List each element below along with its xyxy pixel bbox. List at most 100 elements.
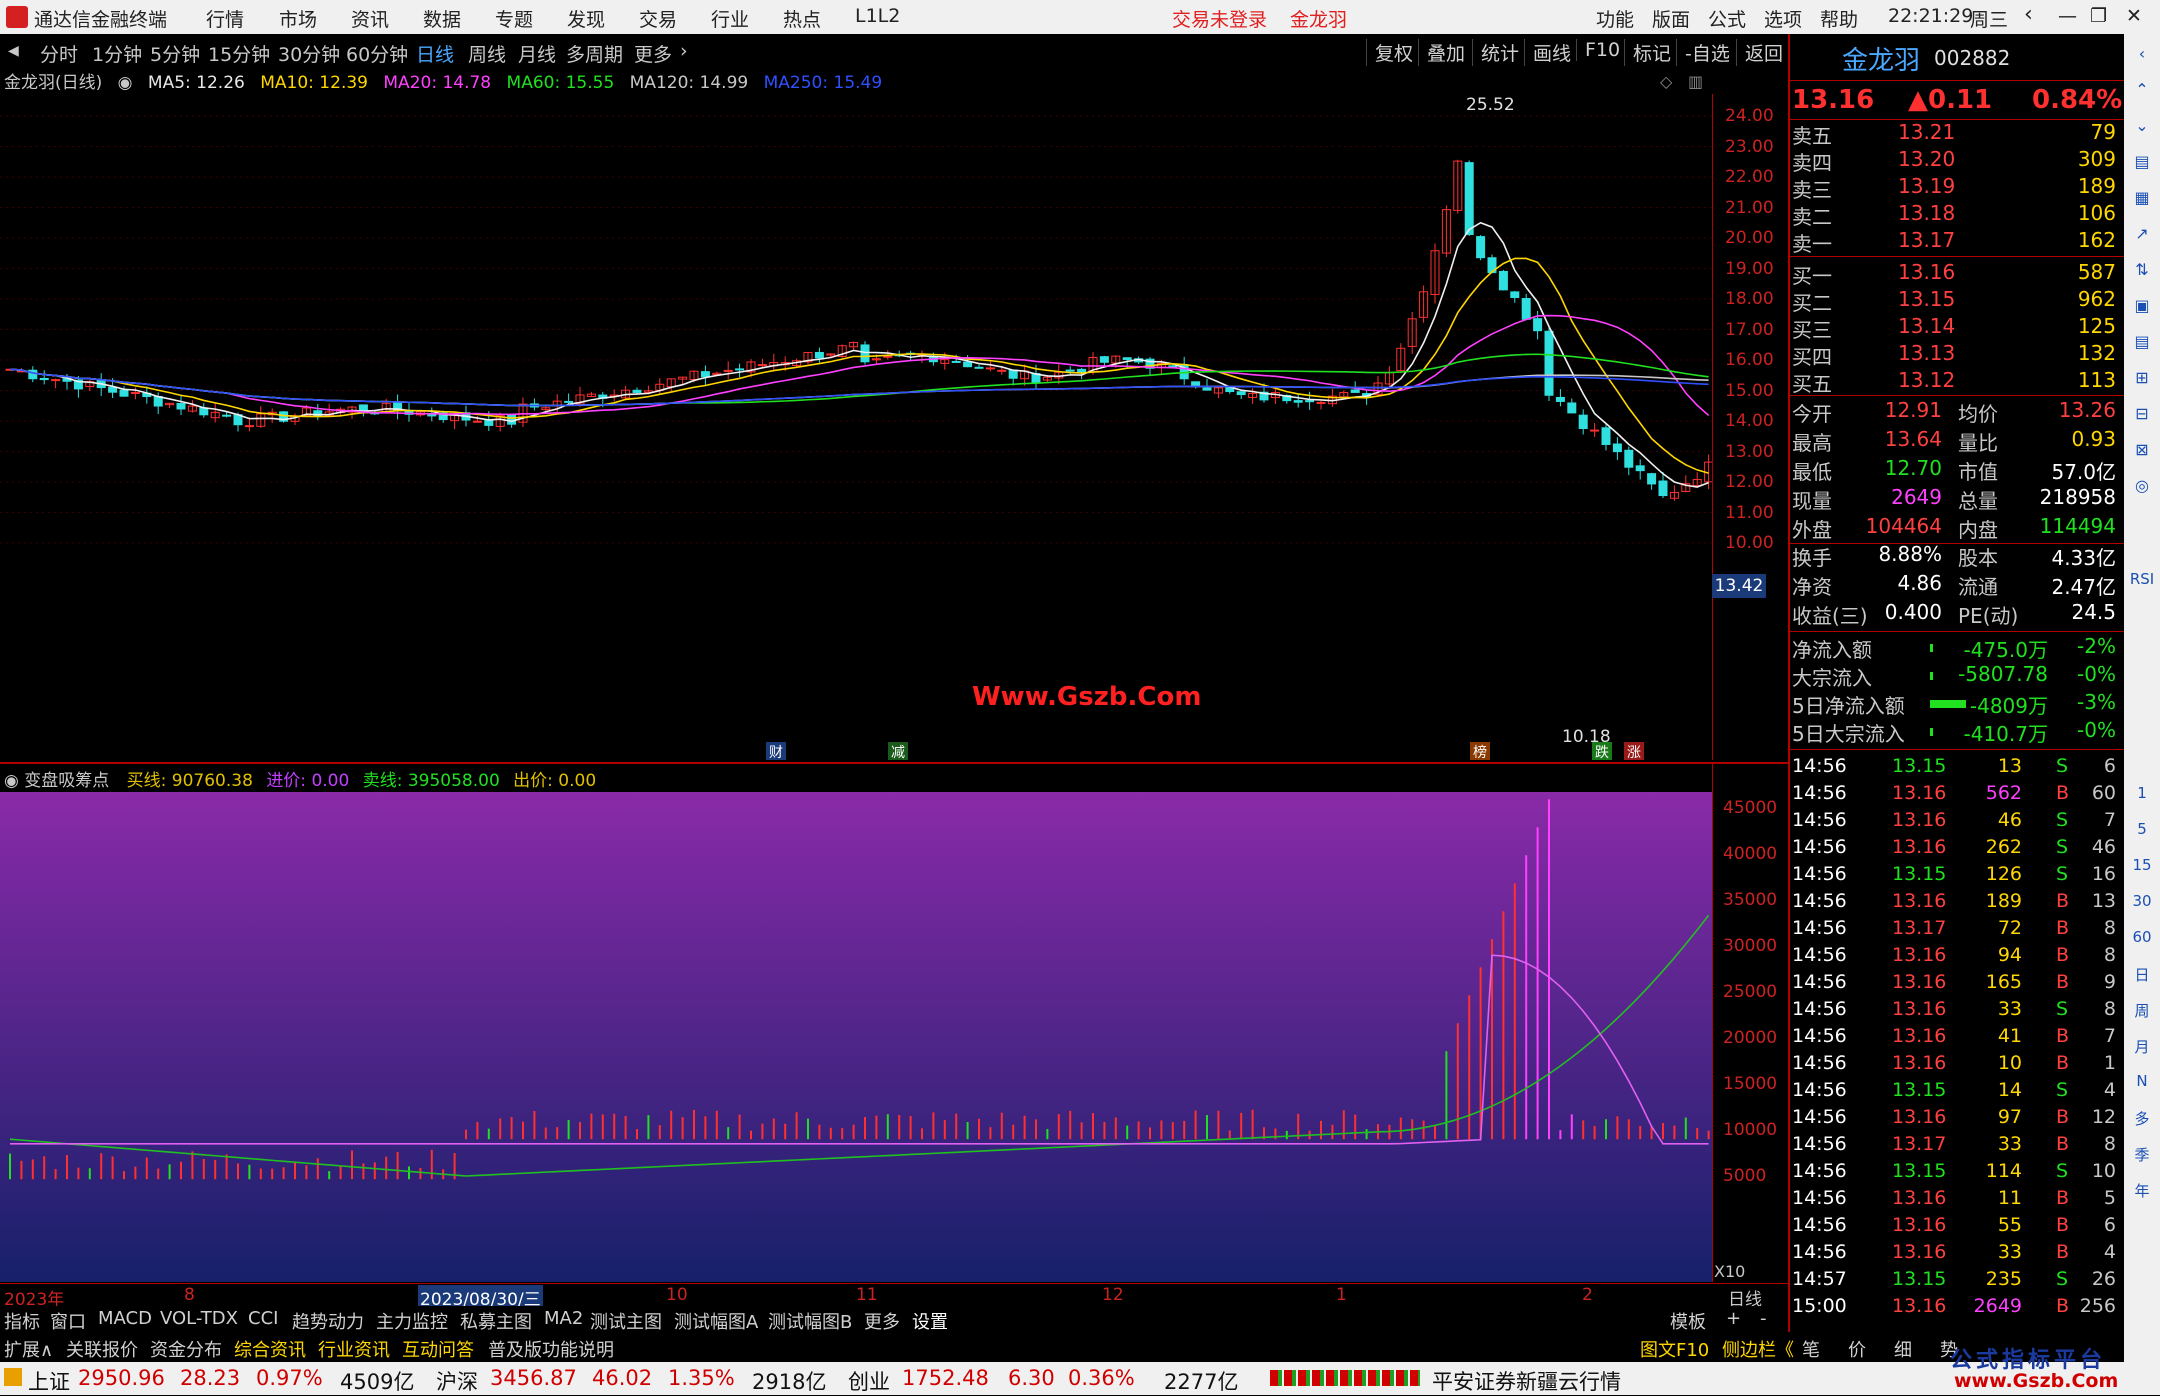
tab-hangyezixun[interactable]: 行业资讯 — [318, 1336, 390, 1362]
menu-zhuanti[interactable]: 专题 — [495, 5, 533, 32]
bid-row[interactable]: 买四 13.13 132 — [1790, 341, 2120, 369]
period-shortcut[interactable]: 年 — [2126, 1180, 2158, 1201]
btn-zixuan[interactable]: -自选 — [1676, 39, 1730, 66]
period-shortcut[interactable]: 60 — [2126, 928, 2158, 946]
ask-row[interactable]: 卖一 13.17 162 — [1790, 228, 2120, 256]
menu-gongshi[interactable]: 公式 — [1708, 5, 1746, 32]
tf-5min[interactable]: 5分钟 — [150, 40, 200, 67]
ask-row[interactable]: 卖二 13.18 106 — [1790, 201, 2120, 229]
tab-gengduo[interactable]: 更多 — [864, 1308, 900, 1334]
tf-daily[interactable]: 日线 — [416, 40, 454, 67]
toolbar-icon[interactable]: ⇅ — [2130, 258, 2154, 282]
tab-ceshifutub[interactable]: 测试幅图B — [768, 1308, 852, 1334]
tab-qushidongli[interactable]: 趋势动力 — [292, 1308, 364, 1334]
menu-l1l2[interactable]: L1L2 — [855, 5, 900, 27]
period-shortcut[interactable]: N — [2126, 1072, 2158, 1090]
tab-zonghezixun[interactable]: 综合资讯 — [234, 1336, 306, 1362]
bid-row[interactable]: 买一 13.16 587 — [1790, 260, 2120, 288]
tab-simuzhutu[interactable]: 私募主图 — [460, 1308, 532, 1334]
close-icon[interactable]: ✕ — [2126, 5, 2142, 27]
toolbar-icon[interactable]: ◎ — [2130, 474, 2154, 498]
tab-macd[interactable]: MACD — [98, 1308, 152, 1329]
tab-zhibiao[interactable]: 指标 — [4, 1308, 40, 1334]
eye-icon[interactable]: ◉ — [118, 73, 133, 93]
period-shortcut[interactable]: RSI — [2126, 570, 2158, 588]
menu-faxian[interactable]: 发现 — [567, 5, 605, 32]
period-shortcut[interactable]: 多 — [2126, 1108, 2158, 1129]
restore-icon[interactable]: ❐ — [2090, 5, 2107, 27]
period-shortcut[interactable]: 30 — [2126, 892, 2158, 910]
marker-die[interactable]: 跌 — [1592, 742, 1612, 761]
btn-biaoji[interactable]: 标记 — [1624, 39, 1671, 66]
tab-cci[interactable]: CCI — [248, 1308, 278, 1329]
tab-shezhi[interactable]: 设置 — [912, 1308, 948, 1334]
toolbar-icon[interactable]: ▤ — [2130, 150, 2154, 174]
menu-banmian[interactable]: 版面 — [1652, 5, 1690, 32]
tab-zijinfenbu[interactable]: 资金分布 — [150, 1336, 222, 1362]
panel-toggle-icon[interactable]: ▥ — [1688, 72, 1703, 91]
toolbar-icon[interactable]: ▦ — [2130, 186, 2154, 210]
period-shortcut[interactable]: 月 — [2126, 1036, 2158, 1057]
tf-30min[interactable]: 30分钟 — [278, 40, 340, 67]
ask-row[interactable]: 卖四 13.20 309 — [1790, 147, 2120, 175]
btn-huaxian[interactable]: 画线 — [1524, 39, 1571, 66]
collapse-icon[interactable]: ◀ — [8, 43, 19, 59]
tab-ceshifutua[interactable]: 测试幅图A — [674, 1308, 758, 1334]
zoom-in-button[interactable]: + — [1726, 1308, 1741, 1329]
period-shortcut[interactable]: 15 — [2126, 856, 2158, 874]
index-cy-name[interactable]: 创业 — [848, 1366, 890, 1396]
btn-tongji[interactable]: 统计 — [1472, 39, 1519, 66]
toolbar-icon[interactable]: ⌄ — [2130, 114, 2154, 138]
btn-xi[interactable]: 细 — [1894, 1336, 1912, 1362]
toolbar-icon[interactable]: ▤ — [2130, 330, 2154, 354]
marker-cai[interactable]: 财 — [766, 742, 786, 761]
tab-chuangkou[interactable]: 窗口 — [50, 1308, 86, 1334]
menu-shuju[interactable]: 数据 — [423, 5, 461, 32]
period-shortcut[interactable]: 日 — [2126, 964, 2158, 985]
period-shortcut[interactable]: 1 — [2126, 784, 2158, 802]
toolbar-icon[interactable]: ‹ — [2130, 42, 2154, 66]
tab-muban[interactable]: 模板 — [1670, 1308, 1706, 1334]
bid-row[interactable]: 买五 13.12 113 — [1790, 368, 2120, 396]
marker-bang[interactable]: 榜 — [1470, 742, 1490, 761]
menu-hangye[interactable]: 行业 — [711, 5, 749, 32]
login-status[interactable]: 交易未登录 — [1172, 5, 1267, 32]
btn-jia[interactable]: 价 — [1848, 1336, 1866, 1362]
tf-60min[interactable]: 60分钟 — [346, 40, 408, 67]
marker-jian[interactable]: 减 — [888, 742, 908, 761]
btn-tuwen-f10[interactable]: 图文F10 — [1640, 1336, 1709, 1362]
tab-vol-tdx[interactable]: VOL-TDX — [160, 1308, 238, 1329]
bid-row[interactable]: 买二 13.15 962 — [1790, 287, 2120, 315]
indicator-chart[interactable] — [0, 792, 1712, 1282]
ask-row[interactable]: 卖三 13.19 189 — [1790, 174, 2120, 202]
tab-kuozhan[interactable]: 扩展∧ — [4, 1336, 53, 1362]
tf-more[interactable]: 更多 — [634, 40, 672, 67]
menu-hangqing[interactable]: 行情 — [206, 5, 244, 32]
tab-hudongwenda[interactable]: 互动问答 — [402, 1336, 474, 1362]
tab-ceshizhutu[interactable]: 测试主图 — [590, 1308, 662, 1334]
menu-jiaoyi[interactable]: 交易 — [639, 5, 677, 32]
tf-1min[interactable]: 1分钟 — [92, 40, 142, 67]
toolbar-icon[interactable]: ↗ — [2130, 222, 2154, 246]
toolbar-icon[interactable]: ⊟ — [2130, 402, 2154, 426]
tf-15min[interactable]: 15分钟 — [208, 40, 270, 67]
menu-zixun[interactable]: 资讯 — [351, 5, 389, 32]
btn-diejia[interactable]: 叠加 — [1418, 39, 1465, 66]
toolbar-icon[interactable]: ⌃ — [2130, 78, 2154, 102]
tab-pujiban[interactable]: 普及版功能说明 — [488, 1336, 614, 1362]
bid-row[interactable]: 买三 13.14 125 — [1790, 314, 2120, 342]
toolbar-icon[interactable]: ⊠ — [2130, 438, 2154, 462]
back-icon[interactable]: ‹ — [2024, 2, 2033, 27]
index-hs-name[interactable]: 沪深 — [436, 1366, 478, 1396]
ask-row[interactable]: 卖五 13.21 79 — [1790, 120, 2120, 148]
menu-bangzhu[interactable]: 帮助 — [1820, 5, 1858, 32]
kline-chart[interactable] — [0, 94, 1712, 760]
menu-xuanxiang[interactable]: 选项 — [1764, 5, 1802, 32]
period-shortcut[interactable]: 5 — [2126, 820, 2158, 838]
btn-f10[interactable]: F10 — [1576, 39, 1620, 61]
btn-cebianlan[interactable]: 侧边栏《 — [1722, 1336, 1794, 1362]
btn-fuquan[interactable]: 复权 — [1366, 39, 1413, 66]
period-shortcut[interactable]: 季 — [2126, 1144, 2158, 1165]
chevron-right-icon[interactable]: › — [680, 40, 688, 62]
menu-shichang[interactable]: 市场 — [279, 5, 317, 32]
